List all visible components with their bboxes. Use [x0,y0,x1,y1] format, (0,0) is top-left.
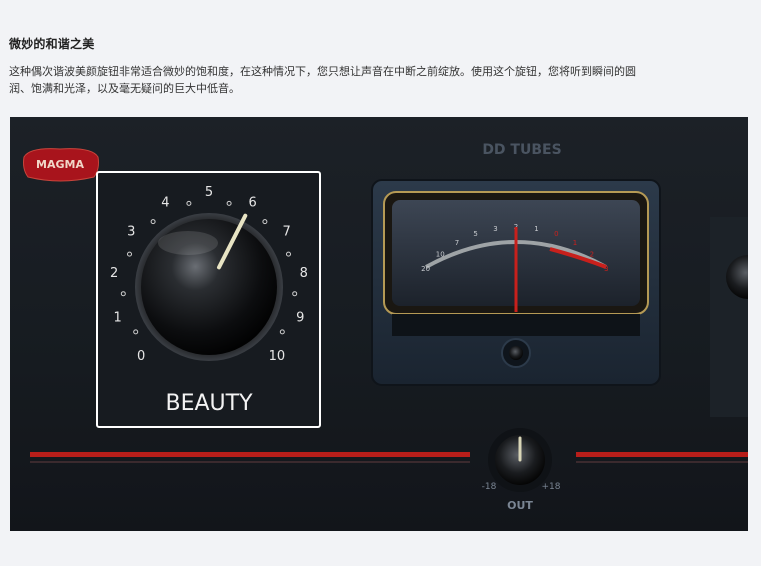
plugin-screenshot: MAGMA DD TUBES 0 1 2 3 4 5 6 7 8 9 10 BEAUTY [10,117,748,531]
meter-scale-label: 0 [554,230,558,238]
page: 微妙的和谐之美 这种偶次谐波美颜旋钮非常适合微妙的饱和度，在这种情况下，您只想让… [0,0,761,566]
meter-scale-label: 20 [421,265,430,273]
meter-scale-label: 1 [573,239,577,247]
red-trim-line [30,452,470,457]
vu-meter: 2010753210123 [371,179,661,386]
magma-logo: MAGMA [23,148,99,182]
section-label: DD TUBES [482,142,561,158]
meter-scale-label: 3 [604,265,608,273]
meter-scale-label: 1 [534,225,538,233]
highlight-box [96,171,321,428]
out-min-label: -18 [482,482,497,492]
section-title: 微妙的和谐之美 [9,37,95,51]
description-line-2: 润、饱满和光泽，以及毫无疑问的巨大中低音。 [9,82,240,95]
meter-scale-label: 5 [473,230,477,238]
meter-scale-label: 7 [455,239,459,247]
brand-label: MAGMA [36,158,84,171]
description-line-1: 这种偶次谐波美颜旋钮非常适合微妙的饱和度，在这种情况下，您只想让声音在中断之前绽… [9,65,636,78]
out-label: OUT [507,499,533,512]
out-max-label: +18 [542,482,561,492]
meter-scale-label: 10 [436,251,445,259]
meter-scale-label: 2 [590,251,594,259]
section-description: 这种偶次谐波美颜旋钮非常适合微妙的饱和度，在这种情况下，您只想让声音在中断之前绽… [9,63,699,97]
meter-scale-label: 3 [493,225,497,233]
